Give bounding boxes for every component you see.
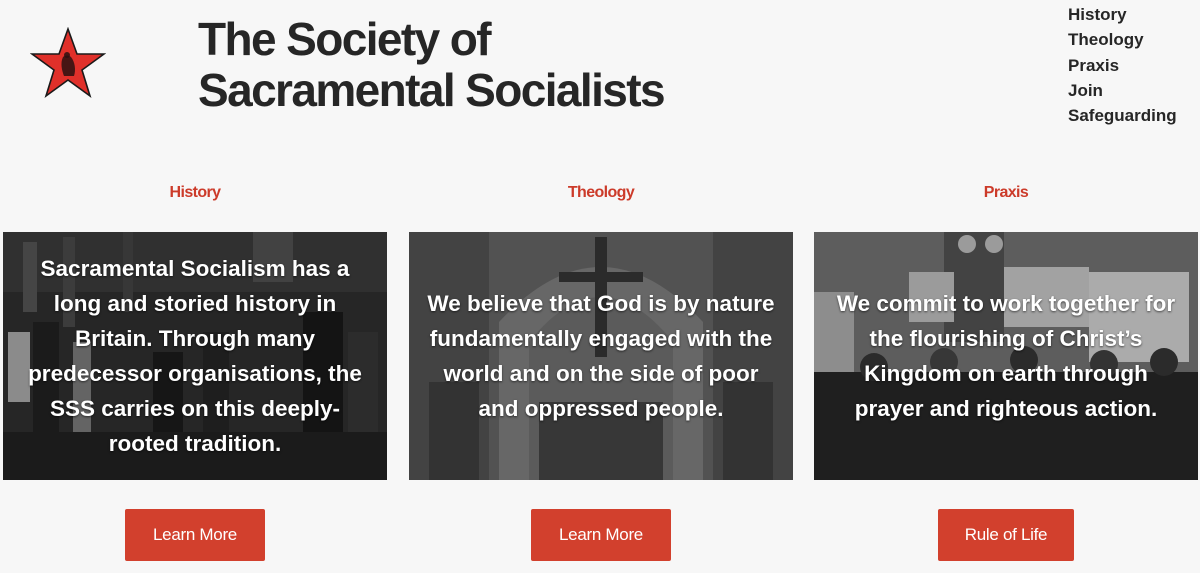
site-title: The Society of Sacramental Socialists [198, 13, 666, 116]
praxis-card[interactable]: We commit to work together for the flour… [814, 232, 1198, 480]
history-card[interactable]: Sacramental Socialism has a long and sto… [3, 232, 387, 480]
praxis-card-text: We commit to work together for the flour… [836, 291, 1176, 421]
site-title-line-1: The Society of [198, 13, 492, 65]
site-title-line-2: Sacramental Socialists [198, 64, 666, 116]
red-star-logo-icon[interactable] [30, 27, 106, 99]
theology-learn-more-button[interactable]: Learn More [531, 509, 671, 561]
main-nav: History Theology Praxis Join Safeguardin… [1068, 2, 1177, 128]
history-learn-more-button[interactable]: Learn More [125, 509, 265, 561]
page: The Society of Sacramental Socialists Hi… [0, 0, 1200, 573]
theology-card[interactable]: We believe that God is by nature fundame… [409, 232, 793, 480]
history-heading[interactable]: History [3, 184, 387, 202]
history-card-text: Sacramental Socialism has a long and sto… [28, 256, 362, 456]
nav-item-history[interactable]: History [1068, 2, 1177, 27]
nav-item-join[interactable]: Join [1068, 78, 1177, 103]
nav-item-safeguarding[interactable]: Safeguarding [1068, 103, 1177, 128]
theology-card-text: We believe that God is by nature fundame… [427, 291, 775, 421]
theology-heading[interactable]: Theology [409, 184, 793, 202]
rule-of-life-button[interactable]: Rule of Life [938, 509, 1074, 561]
nav-item-praxis[interactable]: Praxis [1068, 53, 1177, 78]
nav-item-theology[interactable]: Theology [1068, 27, 1177, 52]
praxis-heading[interactable]: Praxis [814, 184, 1198, 202]
